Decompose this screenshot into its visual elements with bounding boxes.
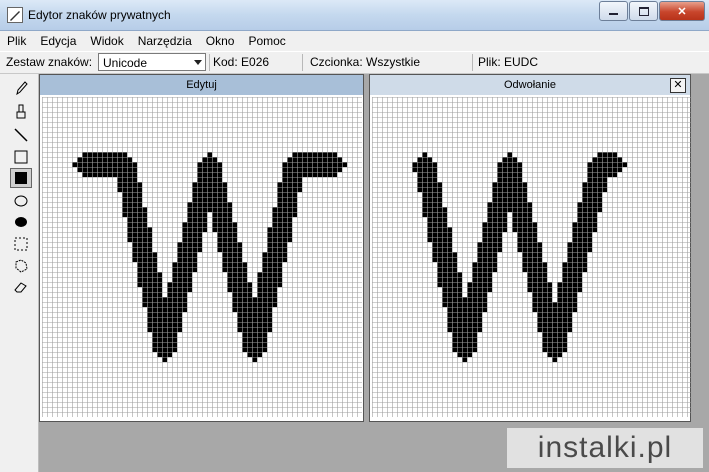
charset-value: Unicode xyxy=(103,56,148,70)
tool-freeform-selection[interactable] xyxy=(10,256,32,276)
watermark: instalki.pl xyxy=(507,428,703,468)
reference-grid xyxy=(372,97,692,417)
hollow-rectangle-icon xyxy=(14,150,28,164)
code-field: Kod: E026 xyxy=(213,55,270,69)
tool-filled-ellipse[interactable] xyxy=(10,212,32,232)
tool-hollow-rectangle[interactable] xyxy=(10,147,32,167)
minimize-icon xyxy=(609,13,618,15)
charset-label: Zestaw znaków: xyxy=(6,55,93,69)
minimize-button[interactable] xyxy=(599,1,628,21)
menu-widok[interactable]: Widok xyxy=(83,34,130,48)
eraser-icon xyxy=(14,282,27,293)
tool-hollow-ellipse[interactable] xyxy=(10,191,32,211)
app-icon xyxy=(7,7,23,23)
separator xyxy=(209,54,210,71)
close-icon: ✕ xyxy=(673,79,683,91)
tool-line[interactable] xyxy=(10,125,32,145)
tool-eraser[interactable] xyxy=(10,277,32,297)
toolbox xyxy=(0,74,39,472)
menu-plik[interactable]: Plik xyxy=(0,34,33,48)
menu-narzedzia[interactable]: Narzędzia xyxy=(131,34,199,48)
edit-panel: Edytuj xyxy=(39,74,364,422)
maximize-icon xyxy=(638,6,649,16)
toolbar: Zestaw znaków: Unicode Kod: E026 Czcionk… xyxy=(0,52,709,74)
menu-bar: Plik Edycja Widok Narzędzia Okno Pomoc xyxy=(0,31,709,51)
rectangular-selection-icon xyxy=(14,237,28,251)
chevron-down-icon xyxy=(194,60,202,65)
brush-icon xyxy=(16,104,26,119)
edit-panel-title: Edytuj xyxy=(40,75,363,95)
filled-rectangle-icon xyxy=(15,172,27,184)
font-field: Czcionka: Wszystkie xyxy=(310,55,421,69)
close-button[interactable]: ✕ xyxy=(659,1,705,21)
tool-rectangular-selection[interactable] xyxy=(10,234,32,254)
menu-edycja[interactable]: Edycja xyxy=(33,34,83,48)
close-icon: ✕ xyxy=(677,5,687,18)
work-area: Edytuj Odwołanie ✕ instalki.pl xyxy=(39,74,709,472)
separator xyxy=(302,54,303,71)
window-title: Edytor znaków prywatnych xyxy=(28,8,171,22)
file-field: Plik: EUDC xyxy=(478,55,539,69)
pencil-icon xyxy=(16,81,28,96)
tool-filled-rectangle[interactable] xyxy=(10,168,32,188)
reference-panel-title: Odwołanie xyxy=(370,75,690,95)
tool-brush[interactable] xyxy=(10,102,32,122)
menu-pomoc[interactable]: Pomoc xyxy=(241,34,292,48)
hollow-ellipse-icon xyxy=(14,195,28,207)
edit-grid[interactable] xyxy=(42,97,362,417)
title-bar: Edytor znaków prywatnych ✕ xyxy=(0,0,709,31)
freeform-selection-icon xyxy=(15,259,28,273)
menu-okno[interactable]: Okno xyxy=(199,34,242,48)
line-icon xyxy=(14,128,28,142)
reference-panel: Odwołanie ✕ xyxy=(369,74,692,422)
tool-pencil[interactable] xyxy=(10,78,32,98)
close-reference-button[interactable]: ✕ xyxy=(670,78,686,93)
filled-ellipse-icon xyxy=(15,217,27,227)
charset-select[interactable]: Unicode xyxy=(98,53,206,71)
maximize-button[interactable] xyxy=(629,1,658,21)
separator xyxy=(472,54,473,71)
